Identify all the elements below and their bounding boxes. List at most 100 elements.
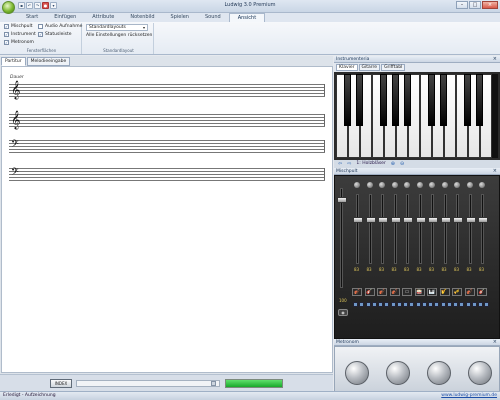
channel-fader[interactable] xyxy=(440,194,451,264)
mute-button[interactable] xyxy=(353,302,358,307)
fader-cap[interactable] xyxy=(478,217,488,223)
tab-attribute[interactable]: Attribute xyxy=(84,13,122,22)
solo-button[interactable] xyxy=(421,302,427,307)
fader-cap[interactable] xyxy=(365,217,376,223)
pan-knob[interactable] xyxy=(366,182,373,188)
website-link[interactable]: www.ludwig-premium.de xyxy=(441,393,497,398)
pan-knob[interactable] xyxy=(479,182,485,188)
tab-start[interactable]: Start xyxy=(18,13,46,22)
tab-notenbild[interactable]: Notenbild xyxy=(122,13,162,22)
master-fader[interactable] xyxy=(337,188,347,288)
metronome-dial[interactable] xyxy=(345,361,369,385)
fader-cap[interactable] xyxy=(465,217,476,223)
app-menu-button[interactable] xyxy=(2,1,15,14)
solo-button[interactable] xyxy=(359,302,364,307)
channel-fader[interactable] xyxy=(453,194,463,264)
tab-spielen[interactable]: Spielen xyxy=(163,13,197,22)
piano-black-key[interactable] xyxy=(464,74,471,126)
tab-klavier[interactable]: Klavier xyxy=(336,64,358,71)
tab-ansicht[interactable]: Ansicht xyxy=(228,13,266,22)
piano-black-key[interactable] xyxy=(476,74,483,126)
instrument-icon[interactable]: 🎻 xyxy=(352,288,362,296)
mute-button[interactable] xyxy=(390,302,396,307)
tab-sound[interactable]: Sound xyxy=(197,13,229,22)
solo-button[interactable] xyxy=(371,302,377,307)
mute-button[interactable] xyxy=(453,302,458,307)
metronome-dial[interactable] xyxy=(427,361,451,385)
piano-black-key[interactable] xyxy=(344,74,351,126)
piano-keyboard[interactable] xyxy=(334,72,500,160)
piano-black-key[interactable] xyxy=(392,74,399,126)
metronome-dial[interactable] xyxy=(468,361,492,385)
mute-button[interactable] xyxy=(415,302,421,307)
channel-fader[interactable] xyxy=(415,194,426,264)
pan-knob[interactable] xyxy=(354,182,360,188)
staff-1[interactable]: 𝄞 xyxy=(9,80,325,99)
minimize-button[interactable]: – xyxy=(456,1,468,9)
zoom-out-icon[interactable]: ⊖ xyxy=(400,160,404,168)
channel-fader[interactable] xyxy=(428,194,438,264)
solo-button[interactable] xyxy=(409,302,414,307)
close-icon[interactable]: × xyxy=(493,168,497,175)
mute-button[interactable] xyxy=(478,302,483,307)
staff-3[interactable]: 𝄢 xyxy=(9,138,325,153)
piano-black-key[interactable] xyxy=(380,74,387,126)
instrument-icon[interactable]: 🎺 xyxy=(452,288,462,296)
solo-button[interactable] xyxy=(446,302,452,307)
score-page[interactable]: Dauer 𝄞 𝄞 𝄢 𝄢 xyxy=(1,66,333,373)
fader-cap[interactable] xyxy=(353,217,363,223)
fader-cap[interactable] xyxy=(378,217,388,223)
checkbox-mischpult[interactable]: ✓ Mischpult xyxy=(4,24,33,29)
pan-knob[interactable] xyxy=(416,182,423,188)
instrument-icon[interactable]: 🎷 xyxy=(439,288,450,296)
instrument-icon[interactable]: ▭ xyxy=(402,288,412,296)
channel-fader[interactable] xyxy=(465,194,476,264)
instrument-icon[interactable]: 🎸 xyxy=(477,288,487,296)
scrollbar-thumb[interactable] xyxy=(211,381,216,386)
pan-knob[interactable] xyxy=(404,182,410,188)
channel-fader[interactable] xyxy=(378,194,388,264)
layout-dropdown[interactable]: Standardlayouts ▾ xyxy=(86,24,148,31)
checkbox-statusleiste[interactable]: ✓ Statusleiste xyxy=(38,32,72,37)
instrument-icon[interactable]: 🎻 xyxy=(464,288,475,296)
fader-cap[interactable] xyxy=(403,217,413,223)
pan-knob[interactable] xyxy=(429,182,435,188)
microphone-icon[interactable]: ◉ xyxy=(338,309,348,316)
mute-button[interactable] xyxy=(365,302,371,307)
pan-knob[interactable] xyxy=(379,182,385,188)
mute-button[interactable] xyxy=(440,302,446,307)
fader-cap[interactable] xyxy=(415,217,426,223)
tab-gitarre[interactable]: Gitarre xyxy=(358,64,381,71)
solo-button[interactable] xyxy=(484,302,489,307)
horizontal-scrollbar[interactable] xyxy=(76,380,220,387)
solo-button[interactable] xyxy=(459,302,464,307)
mute-button[interactable] xyxy=(428,302,433,307)
metronome-dial[interactable] xyxy=(386,361,410,385)
channel-fader[interactable] xyxy=(390,194,401,264)
pan-knob[interactable] xyxy=(466,182,473,188)
fader-cap[interactable] xyxy=(440,217,451,223)
tab-einfuegen[interactable]: Einfügen xyxy=(46,13,84,22)
close-icon[interactable]: × xyxy=(493,56,497,63)
pan-knob[interactable] xyxy=(441,182,448,188)
tab-partitur[interactable]: Partitur xyxy=(1,57,26,66)
instrument-icon[interactable]: 🎹 xyxy=(427,288,437,296)
instrument-icon[interactable]: 🥁 xyxy=(414,288,425,296)
arrow-right-icon[interactable]: ⇨ xyxy=(347,160,351,168)
piano-black-key[interactable] xyxy=(404,74,411,126)
pan-knob[interactable] xyxy=(454,182,460,188)
channel-fader[interactable] xyxy=(478,194,488,264)
reset-settings-button[interactable]: Alle Einstellungen rücksetzen xyxy=(86,33,152,38)
staff-2[interactable]: 𝄞 xyxy=(9,110,325,129)
checkbox-audio-aufnahme[interactable]: Audio Aufnahme xyxy=(38,24,82,29)
mute-button[interactable] xyxy=(378,302,383,307)
instrument-icon[interactable]: 🎻 xyxy=(389,288,400,296)
channel-fader[interactable] xyxy=(353,194,363,264)
close-button[interactable]: × xyxy=(482,1,498,9)
mute-button[interactable] xyxy=(465,302,471,307)
fader-cap[interactable] xyxy=(390,217,401,223)
channel-fader[interactable] xyxy=(365,194,376,264)
checkbox-metronom[interactable]: ✓ Metronom xyxy=(4,40,34,45)
pan-knob[interactable] xyxy=(391,182,398,188)
channel-fader[interactable] xyxy=(403,194,413,264)
